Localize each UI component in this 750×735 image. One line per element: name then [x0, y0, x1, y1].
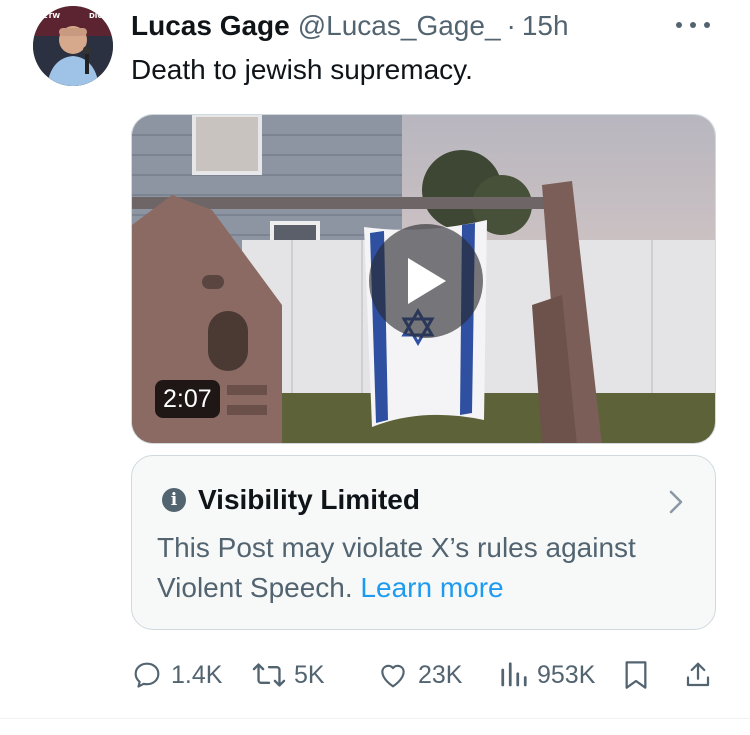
more-dot: [704, 22, 710, 28]
author-name[interactable]: Lucas Gage: [131, 10, 290, 42]
bookmark-icon: [625, 661, 647, 689]
post-timestamp[interactable]: 15h: [522, 10, 569, 42]
play-button[interactable]: [369, 224, 483, 338]
reply-icon: [134, 662, 160, 688]
repost-count: 5K: [294, 660, 325, 689]
more-dot: [676, 22, 682, 28]
repost-icon: [252, 663, 286, 687]
separator-dot: ·: [506, 10, 516, 41]
svg-text:NETW: NETW: [37, 12, 60, 20]
notice-body: This Post may violate X’s rules against …: [157, 528, 697, 608]
bookmark-button[interactable]: [622, 655, 650, 695]
post-text: Death to jewish supremacy.: [131, 54, 473, 85]
repost-button[interactable]: 5K: [252, 655, 325, 695]
post-header: Lucas Gage @Lucas_Gage_ · 15h: [131, 10, 569, 42]
like-button[interactable]: 23K: [376, 655, 462, 695]
reply-button[interactable]: 1.4K: [131, 655, 222, 695]
video-duration: 2:07: [155, 380, 220, 418]
learn-more-link[interactable]: Learn more: [360, 572, 503, 603]
views-button[interactable]: 953K: [499, 655, 595, 695]
share-icon: [686, 662, 710, 687]
notice-header: i Visibility Limited: [162, 484, 420, 516]
views-icon: [501, 662, 527, 687]
author-handle[interactable]: @Lucas_Gage_: [298, 10, 501, 42]
svg-text:DIO: DIO: [89, 12, 103, 20]
more-icon[interactable]: [676, 10, 710, 40]
visibility-notice[interactable]: i Visibility Limited This Post may viola…: [131, 455, 716, 630]
notice-title: Visibility Limited: [198, 484, 420, 515]
avatar[interactable]: NETW DIO: [33, 6, 113, 86]
divider: [0, 718, 750, 719]
heart-icon: [381, 664, 405, 688]
views-count: 953K: [537, 660, 596, 689]
share-button[interactable]: [683, 655, 713, 695]
reply-count: 1.4K: [171, 660, 223, 689]
chevron-right-icon: [669, 490, 683, 514]
tweet: NETW DIO Lucas Gage @Lucas_Gage_ · 15h D…: [0, 0, 750, 735]
like-count: 23K: [418, 660, 463, 689]
action-bar: 1.4K 5K 23K 953K: [131, 655, 716, 695]
play-icon: [408, 258, 446, 304]
more-dot: [690, 22, 696, 28]
info-icon: i: [162, 488, 186, 512]
